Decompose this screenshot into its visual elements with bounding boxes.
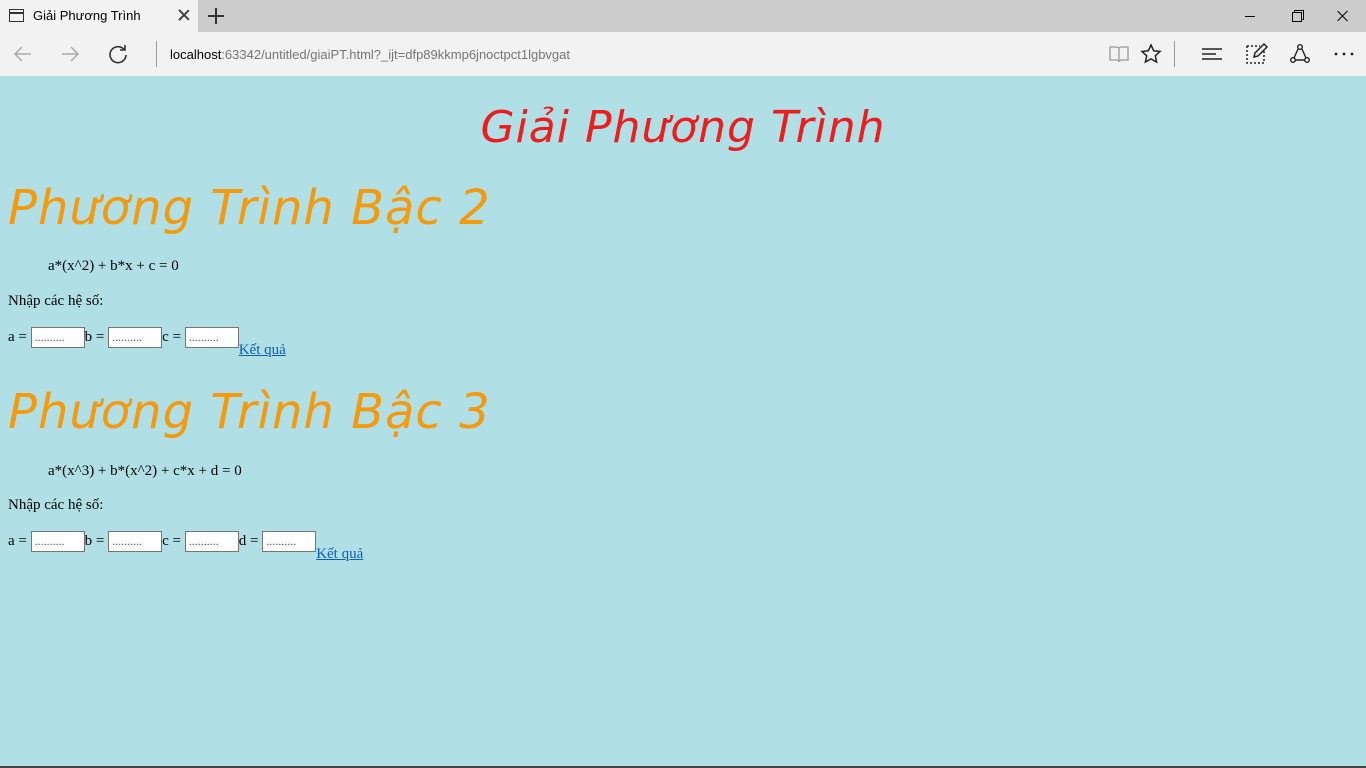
toolbar-separator [1174, 41, 1175, 67]
forward-arrow-icon[interactable] [58, 42, 82, 66]
minimize-button[interactable] [1228, 0, 1274, 32]
quadratic-a-input[interactable] [30, 327, 85, 348]
field-label-d: d = [238, 533, 259, 549]
cubic-c-input[interactable] [184, 531, 239, 552]
quadratic-formula: a*(x^2) + b*x + c = 0 [48, 258, 179, 274]
field-label-b: b = [84, 329, 105, 345]
cubic-prompt: Nhập các hệ số: [8, 497, 104, 513]
quadratic-c-input[interactable] [184, 327, 239, 348]
new-tab-icon[interactable] [207, 7, 225, 25]
field-label-c: c = [162, 329, 181, 345]
page-title: Giải Phương Trình [480, 102, 886, 153]
more-options-icon[interactable] [1332, 42, 1356, 66]
quadratic-heading: Phương Trình Bậc 2 [8, 180, 491, 236]
share-icon[interactable] [1288, 42, 1312, 66]
cubic-inputs: a = b = c = d = Kết quả [8, 531, 363, 563]
favorite-star-icon[interactable] [1139, 42, 1163, 66]
navigation-bar: localhost:63342/untitled/giaiPT.html?_ij… [0, 32, 1366, 76]
hub-icon[interactable] [1200, 42, 1224, 66]
restore-button[interactable] [1274, 0, 1320, 32]
cubic-a-input[interactable] [30, 531, 85, 552]
field-label-b: b = [84, 533, 105, 549]
refresh-icon[interactable] [106, 42, 130, 66]
field-label-a: a = [8, 533, 27, 549]
reading-view-icon[interactable] [1107, 42, 1131, 66]
address-path: :63342/untitled/giaiPT.html?_ijt=dfp89kk… [221, 47, 571, 62]
back-arrow-icon[interactable] [11, 42, 35, 66]
cubic-result-link[interactable]: Kết quả [316, 546, 363, 563]
close-tab-icon[interactable] [176, 7, 192, 23]
web-note-icon[interactable] [1244, 42, 1268, 66]
quadratic-result-link[interactable]: Kết quả [239, 342, 286, 359]
quadratic-inputs: a = b = c = Kết quả [8, 327, 286, 359]
field-label-a: a = [8, 329, 27, 345]
page-content: Giải Phương Trình Phương Trình Bậc 2 a*(… [0, 76, 1366, 768]
page-icon [9, 9, 24, 22]
close-window-button[interactable] [1320, 0, 1366, 32]
quadratic-b-input[interactable] [108, 327, 163, 348]
address-bar[interactable]: localhost:63342/untitled/giaiPT.html?_ij… [170, 47, 570, 62]
cubic-heading: Phương Trình Bậc 3 [8, 384, 491, 440]
address-host: localhost [170, 47, 222, 62]
field-label-c: c = [162, 533, 181, 549]
browser-tab[interactable]: Giải Phương Trình [0, 0, 198, 32]
browser-tab-bar: Giải Phương Trình [0, 0, 1366, 32]
cubic-b-input[interactable] [108, 531, 163, 552]
cubic-formula: a*(x^3) + b*(x^2) + c*x + d = 0 [48, 463, 242, 479]
cubic-d-input[interactable] [262, 531, 317, 552]
tab-title: Giải Phương Trình [33, 8, 141, 23]
quadratic-prompt: Nhập các hệ số: [8, 293, 104, 309]
address-separator [156, 41, 157, 67]
